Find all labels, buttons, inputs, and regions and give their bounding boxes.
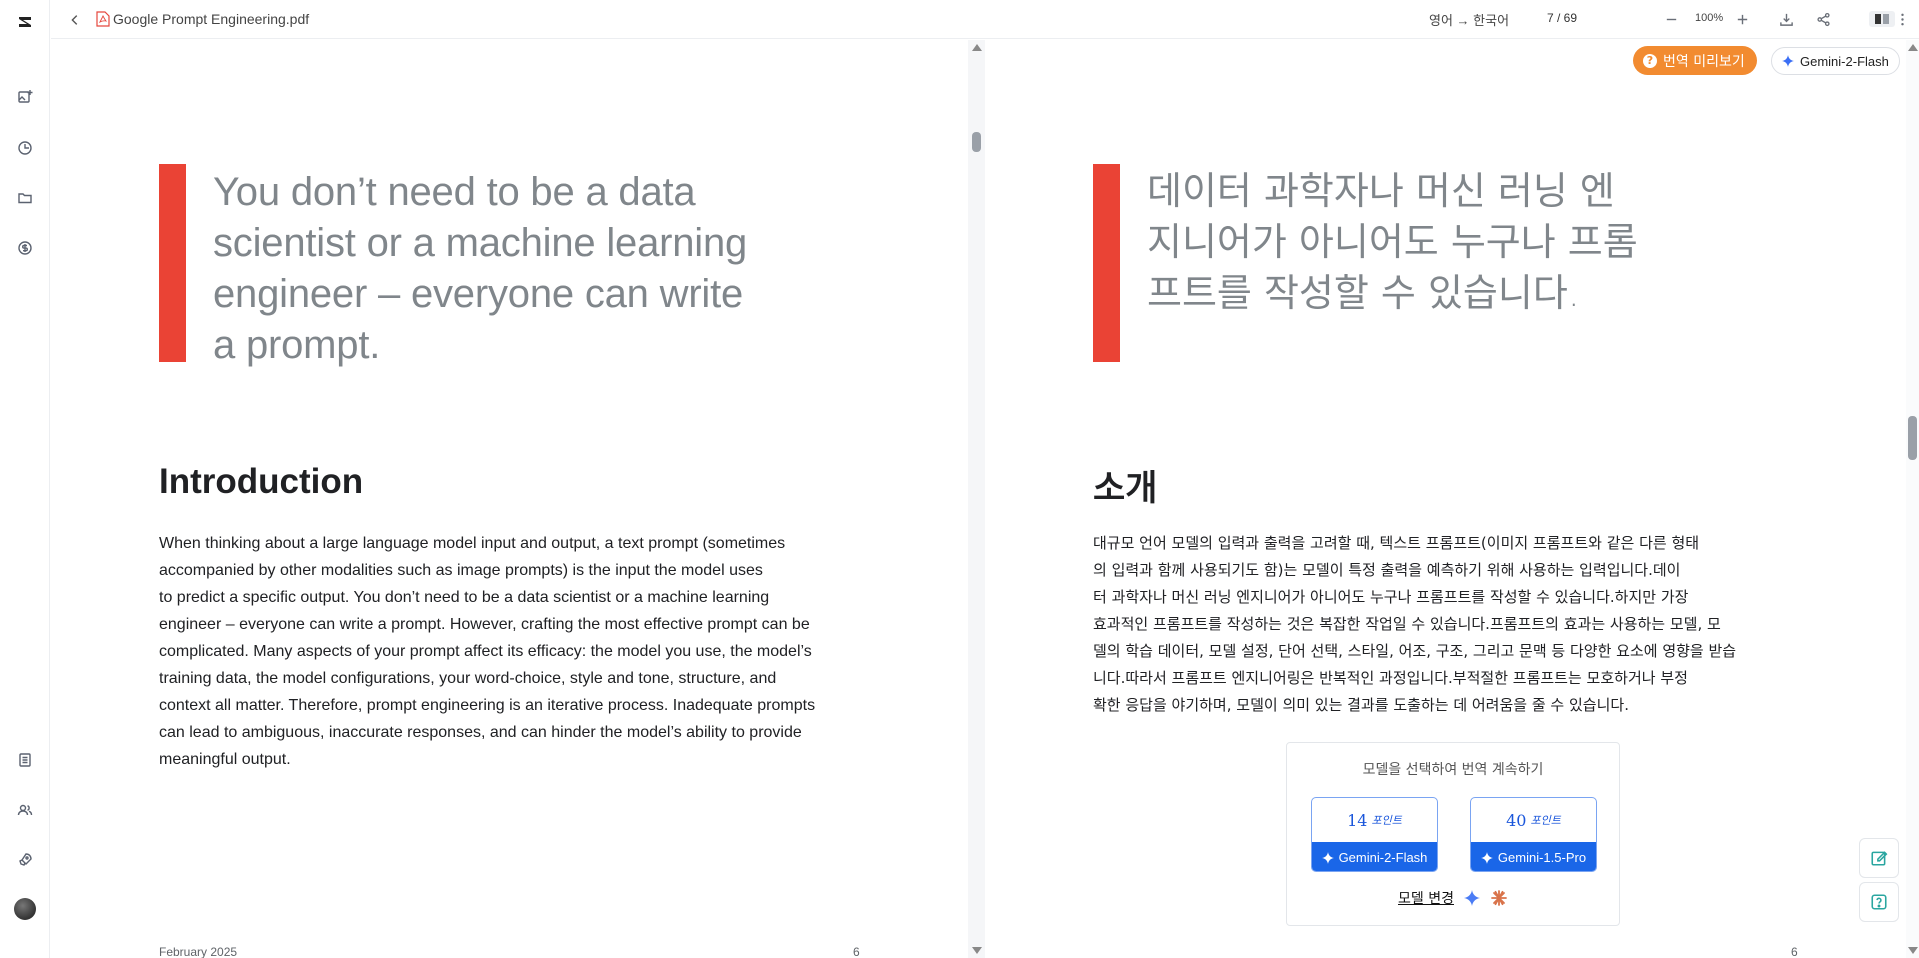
- gemini-icon: [1463, 890, 1480, 906]
- body-line: 대규모 언어 모델의 입력과 출력을 고려할 때, 텍스트 프롬프트(이미지 프…: [1093, 534, 1700, 552]
- body-line: meaningful output.: [159, 751, 291, 768]
- page-indicator[interactable]: 7 / 69: [1547, 11, 1577, 25]
- body-line: training data, the model configurations,…: [159, 670, 777, 687]
- back-icon[interactable]: [65, 10, 85, 30]
- left-rail: [0, 0, 50, 958]
- option-model-label: Gemini-1.5-Pro: [1471, 842, 1596, 871]
- users-icon[interactable]: [13, 798, 37, 822]
- pull-quote: You don’t need to be a data scientist or…: [213, 167, 747, 371]
- scroll-thumb[interactable]: [972, 132, 981, 152]
- sparkle-icon: [1480, 851, 1493, 864]
- body-line: engineer – everyone can write a prompt. …: [159, 616, 810, 633]
- model-selector-chip[interactable]: Gemini-2-Flash: [1771, 47, 1900, 75]
- option-model-label: Gemini-2-Flash: [1312, 842, 1437, 871]
- pull-quote-line: scientist or a machine learning: [213, 221, 748, 265]
- body-line: 니다.따라서 프롬프트 엔지니어링은 반복적인 과정입니다.부적절한 프롬프트는…: [1093, 669, 1688, 687]
- body-line: can lead to ambiguous, inaccurate respon…: [159, 724, 802, 741]
- footer-date: February 2025: [159, 945, 238, 958]
- change-model-link[interactable]: 모델 변경: [1398, 888, 1454, 908]
- points-unit: 포인트: [1530, 815, 1561, 827]
- scroll-down-arrow[interactable]: [972, 947, 982, 954]
- body-line: complicated. Many aspects of your prompt…: [159, 643, 812, 660]
- coin-icon[interactable]: [13, 236, 37, 260]
- sparkle-icon: [1782, 55, 1794, 67]
- document-list-icon[interactable]: [13, 748, 37, 772]
- footer-page-number: 6: [1791, 945, 1798, 958]
- body-line: 델의 학습 데이터, 모델 설정, 단어 선택, 스타일, 어조, 구조, 그리…: [1093, 642, 1737, 660]
- file-name: Google Prompt Engineering.pdf: [113, 11, 310, 27]
- body-paragraph: When thinking about a large language mod…: [159, 530, 815, 773]
- rocket-icon[interactable]: [13, 848, 37, 872]
- change-model-row: 모델 변경: [1287, 888, 1619, 908]
- add-image-icon[interactable]: [13, 85, 37, 109]
- zoom-level: 100%: [1695, 12, 1724, 24]
- help-circle-icon: ?: [1643, 53, 1657, 68]
- folder-icon[interactable]: [13, 186, 37, 210]
- body-line: 의 입력과 함께 사용되기도 함)는 모델이 특정 출력을 예측하기 위해 사용…: [1093, 561, 1681, 579]
- card-title: 모델을 선택하여 번역 계속하기: [1362, 762, 1544, 778]
- zoom-in-icon[interactable]: [1732, 9, 1752, 29]
- translation-preview-button[interactable]: ? 번역 미리보기: [1633, 46, 1757, 75]
- pull-quote-line: engineer – everyone can write: [213, 272, 744, 316]
- language-pair-selector[interactable]: 영어 → 한국어: [1429, 10, 1509, 29]
- top-bar: Google Prompt Engineering.pdf 영어 → 한국어 7…: [51, 0, 1919, 39]
- original-page: You don’t need to be a data scientist or…: [51, 40, 968, 958]
- body-line: accompanied by other modalities such as …: [159, 562, 763, 579]
- model-chip-label: Gemini-2-Flash: [1800, 53, 1889, 69]
- scroll-thumb[interactable]: [1908, 416, 1917, 460]
- body-paragraph: 대규모 언어 모델의 입력과 출력을 고려할 때, 텍스트 프롬프트(이미지 프…: [1093, 530, 1736, 719]
- claude-icon: [1491, 890, 1507, 906]
- sparkle-icon: [1321, 851, 1334, 864]
- quote-accent-bar: [1093, 164, 1120, 362]
- model-option-gemini-1-5-pro[interactable]: 40 포인트 Gemini-1.5-Pro: [1470, 797, 1597, 872]
- edit-icon[interactable]: [1859, 838, 1899, 878]
- pull-quote-line: 프트를 작성할 수 있습니다.: [1147, 271, 1580, 315]
- right-pane-scrollbar[interactable]: [1906, 40, 1919, 958]
- body-line: 효과적인 프롬프트를 작성하는 것은 복잡한 작업일 수 있습니다.프롬프트의 …: [1093, 615, 1721, 633]
- pull-quote-line: 데이터 과학자나 머신 러닝 엔: [1147, 169, 1615, 213]
- quote-accent-bar: [159, 164, 186, 362]
- points-value: 40: [1506, 810, 1527, 830]
- scroll-up-arrow[interactable]: [1908, 44, 1918, 51]
- logo-icon[interactable]: [13, 10, 37, 34]
- body-line: context all matter. Therefore, prompt en…: [159, 697, 816, 714]
- pull-quote: 데이터 과학자나 머신 러닝 엔 지니어가 아니어도 누구나 프롬 프트를 작성…: [1147, 166, 1638, 319]
- option-points: 14 포인트: [1312, 798, 1437, 842]
- section-title: Introduction: [159, 462, 364, 501]
- scroll-down-arrow[interactable]: [1908, 947, 1918, 954]
- body-line: When thinking about a large language mod…: [159, 535, 786, 552]
- option-model-name: Gemini-2-Flash: [1338, 850, 1428, 865]
- pull-quote-line: a prompt.: [213, 323, 381, 367]
- history-icon[interactable]: [13, 136, 37, 160]
- scroll-up-arrow[interactable]: [972, 44, 982, 51]
- model-option-gemini-2-flash[interactable]: 14 포인트 Gemini-2-Flash: [1311, 797, 1438, 872]
- zoom-out-icon[interactable]: [1661, 9, 1681, 29]
- continue-translation-card: 모델을 선택하여 번역 계속하기 14 포인트 Gemini-2-Flash 4…: [1286, 742, 1620, 926]
- download-icon[interactable]: [1776, 9, 1796, 29]
- pull-quote-line: 지니어가 아니어도 누구나 프롬: [1147, 220, 1638, 264]
- avatar[interactable]: [14, 898, 36, 920]
- option-points: 40 포인트: [1471, 798, 1596, 842]
- body-line: 확한 응답을 야기하며, 모델이 의미 있는 결과를 도출하는 데 어려움을 줄…: [1093, 696, 1629, 714]
- footer-page-number: 6: [853, 945, 860, 958]
- section-title: 소개: [1093, 469, 1158, 509]
- option-model-name: Gemini-1.5-Pro: [1497, 850, 1587, 865]
- body-line: 터 과학자나 머신 러닝 엔지니어가 아니어도 누구나 프롬프트를 작성할 수 …: [1093, 588, 1689, 606]
- points-unit: 포인트: [1371, 815, 1402, 827]
- help-icon[interactable]: [1859, 882, 1899, 922]
- share-icon[interactable]: [1813, 9, 1833, 29]
- points-value: 14: [1347, 810, 1368, 830]
- body-line: to predict a specific output. You don’t …: [159, 589, 770, 606]
- pull-quote-line: You don’t need to be a data: [213, 170, 696, 214]
- translation-preview-label: 번역 미리보기: [1663, 53, 1745, 70]
- more-icon[interactable]: [1892, 9, 1912, 29]
- pdf-file-icon: [96, 11, 110, 27]
- left-pane-scrollbar[interactable]: [968, 40, 985, 958]
